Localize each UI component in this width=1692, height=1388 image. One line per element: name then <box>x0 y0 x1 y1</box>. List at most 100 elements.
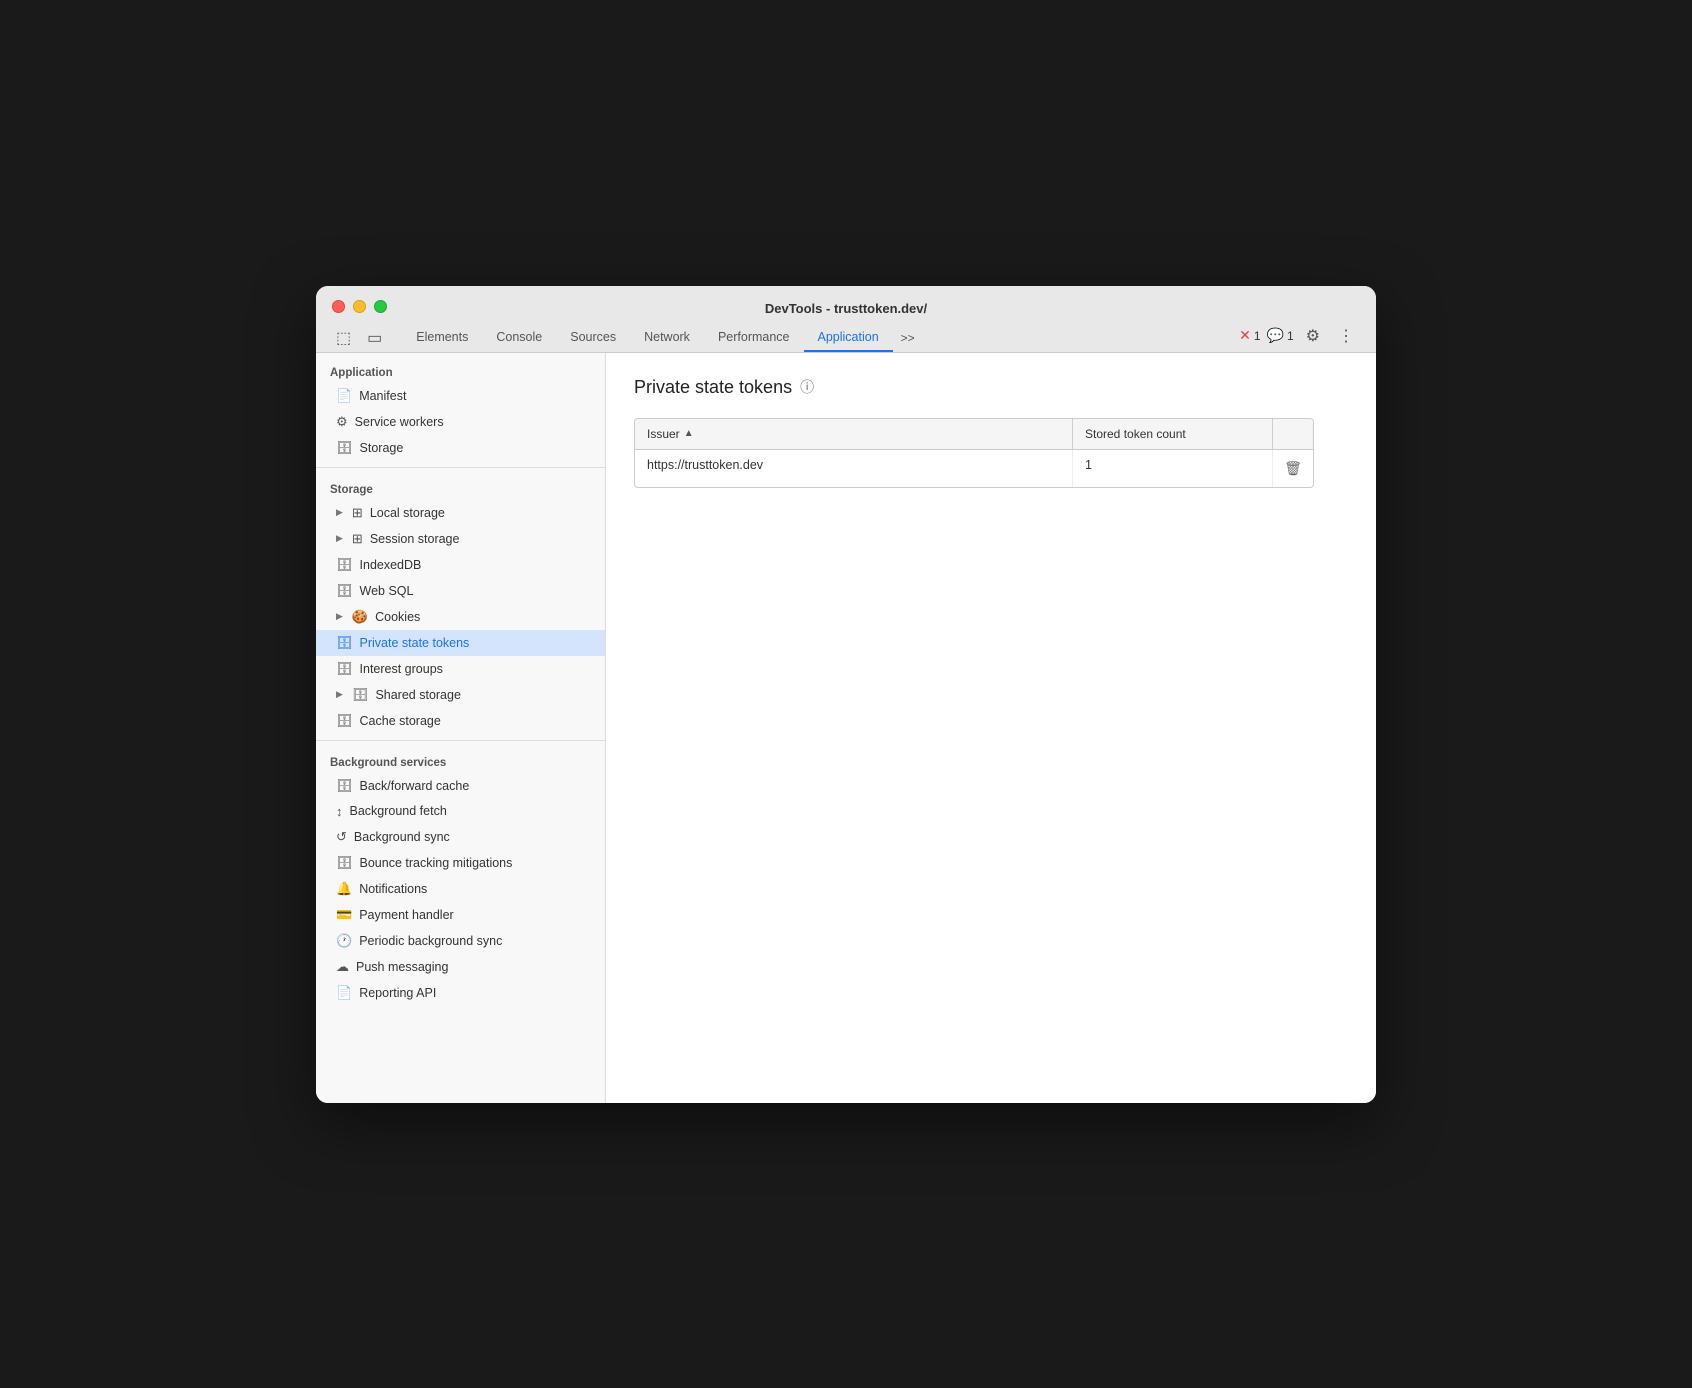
sidebar: Application 📄 Manifest ⚙ Service workers… <box>316 353 606 1103</box>
session-storage-icon: ⊞ <box>352 531 363 547</box>
sidebar-label-indexeddb: IndexedDB <box>360 558 422 572</box>
close-button[interactable] <box>332 300 345 313</box>
sidebar-item-interest-groups[interactable]: 🗄 Interest groups <box>316 656 605 682</box>
main-content: Application 📄 Manifest ⚙ Service workers… <box>316 353 1376 1103</box>
maximize-button[interactable] <box>374 300 387 313</box>
minimize-button[interactable] <box>353 300 366 313</box>
sidebar-label-interest-groups: Interest groups <box>360 662 443 676</box>
window-title: DevTools - trusttoken.dev/ <box>332 301 1360 316</box>
col-issuer[interactable]: Issuer ▲ <box>635 419 1073 449</box>
expand-arrow-session-storage: ▶ <box>336 533 343 544</box>
manifest-icon: 📄 <box>336 388 352 404</box>
cell-token-count: 1 <box>1073 450 1273 487</box>
local-storage-icon: ⊞ <box>352 505 363 521</box>
indexeddb-icon: 🗄 <box>336 557 353 573</box>
cell-action: 🗑 <box>1273 450 1313 487</box>
tab-actions: ✕ 1 💬 1 ⚙ ⋮ <box>1239 324 1360 352</box>
sidebar-label-bounce-tracking: Bounce tracking mitigations <box>360 856 513 870</box>
reporting-api-icon: 📄 <box>336 985 352 1001</box>
sidebar-label-periodic-background-sync: Periodic background sync <box>359 934 502 948</box>
push-messaging-icon: ☁ <box>336 959 349 975</box>
tab-sources[interactable]: Sources <box>556 324 630 352</box>
sidebar-item-web-sql[interactable]: 🗄 Web SQL <box>316 578 605 604</box>
col-token-count-label: Stored token count <box>1085 427 1186 441</box>
sidebar-label-reporting-api: Reporting API <box>359 986 436 1000</box>
sidebar-item-periodic-background-sync[interactable]: 🕐 Periodic background sync <box>316 928 605 954</box>
sidebar-label-cache-storage: Cache storage <box>360 714 441 728</box>
sidebar-label-background-sync: Background sync <box>354 830 450 844</box>
error-count-button[interactable]: ✕ 1 <box>1239 327 1260 344</box>
sidebar-item-notifications[interactable]: 🔔 Notifications <box>316 876 605 902</box>
tab-console[interactable]: Console <box>482 324 556 352</box>
warn-count-button[interactable]: 💬 1 <box>1267 327 1294 344</box>
tab-performance[interactable]: Performance <box>704 324 804 352</box>
sidebar-label-payment-handler: Payment handler <box>359 908 454 922</box>
sidebar-label-service-workers: Service workers <box>355 415 444 429</box>
tab-elements[interactable]: Elements <box>402 324 482 352</box>
shared-storage-icon: 🗄 <box>352 687 369 703</box>
sidebar-divider-2 <box>316 740 605 741</box>
tab-tool-icons: ⬚ ▭ <box>332 324 386 352</box>
bounce-tracking-icon: 🗄 <box>336 855 353 871</box>
settings-button[interactable]: ⚙ <box>1300 324 1326 348</box>
expand-arrow-shared-storage: ▶ <box>336 689 343 700</box>
sidebar-label-web-sql: Web SQL <box>360 584 414 598</box>
sidebar-item-background-fetch[interactable]: ↕ Background fetch <box>316 799 605 824</box>
cell-issuer: https://trusttoken.dev <box>635 450 1073 487</box>
sidebar-item-private-state-tokens[interactable]: 🗄 Private state tokens <box>316 630 605 656</box>
sidebar-item-shared-storage[interactable]: ▶ 🗄 Shared storage <box>316 682 605 708</box>
sidebar-item-payment-handler[interactable]: 💳 Payment handler <box>316 902 605 928</box>
inspect-icon[interactable]: ⬚ <box>332 324 355 352</box>
sidebar-item-bounce-tracking[interactable]: 🗄 Bounce tracking mitigations <box>316 850 605 876</box>
payment-handler-icon: 💳 <box>336 907 352 923</box>
sort-icon: ▲ <box>684 428 694 439</box>
private-state-tokens-icon: 🗄 <box>336 635 353 651</box>
col-token-count[interactable]: Stored token count <box>1073 419 1273 449</box>
tab-application[interactable]: Application <box>804 324 893 352</box>
sidebar-item-reporting-api[interactable]: 📄 Reporting API <box>316 980 605 1006</box>
sidebar-label-notifications: Notifications <box>359 882 427 896</box>
content-area: Private state tokens ⓘ Issuer ▲ Stored t… <box>606 353 1376 1103</box>
cache-storage-icon: 🗄 <box>336 713 353 729</box>
more-options-button[interactable]: ⋮ <box>1332 324 1360 348</box>
sidebar-label-back-forward-cache: Back/forward cache <box>360 779 470 793</box>
sidebar-item-manifest[interactable]: 📄 Manifest <box>316 383 605 409</box>
sidebar-item-back-forward-cache[interactable]: 🗄 Back/forward cache <box>316 773 605 799</box>
storage-icon: 🗄 <box>336 440 353 456</box>
titlebar: DevTools - trusttoken.dev/ ⬚ ▭ Elements … <box>316 286 1376 353</box>
sidebar-item-session-storage[interactable]: ▶ ⊞ Session storage <box>316 526 605 552</box>
col-action <box>1273 419 1313 449</box>
tab-network[interactable]: Network <box>630 324 704 352</box>
sidebar-label-local-storage: Local storage <box>370 506 445 520</box>
application-section-header: Application <box>316 357 605 383</box>
web-sql-icon: 🗄 <box>336 583 353 599</box>
warn-icon: 💬 <box>1267 327 1284 344</box>
sidebar-item-cache-storage[interactable]: 🗄 Cache storage <box>316 708 605 734</box>
cookies-icon: 🍪 <box>352 609 368 625</box>
sidebar-item-background-sync[interactable]: ↺ Background sync <box>316 824 605 850</box>
sidebar-label-session-storage: Session storage <box>370 532 460 546</box>
sidebar-label-manifest: Manifest <box>359 389 406 403</box>
sidebar-label-cookies: Cookies <box>375 610 420 624</box>
background-fetch-icon: ↕ <box>336 804 343 819</box>
sidebar-item-storage[interactable]: 🗄 Storage <box>316 435 605 461</box>
warn-count: 1 <box>1287 329 1294 343</box>
delete-row-button[interactable]: 🗑 <box>1280 458 1306 479</box>
notifications-icon: 🔔 <box>336 881 352 897</box>
expand-arrow-cookies: ▶ <box>336 611 343 622</box>
background-sync-icon: ↺ <box>336 829 347 845</box>
sidebar-item-indexeddb[interactable]: 🗄 IndexedDB <box>316 552 605 578</box>
expand-arrow-local-storage: ▶ <box>336 507 343 518</box>
back-forward-cache-icon: 🗄 <box>336 778 353 794</box>
more-tabs-button[interactable]: >> <box>893 325 923 351</box>
sidebar-item-cookies[interactable]: ▶ 🍪 Cookies <box>316 604 605 630</box>
sidebar-item-service-workers[interactable]: ⚙ Service workers <box>316 409 605 435</box>
devtools-window: DevTools - trusttoken.dev/ ⬚ ▭ Elements … <box>316 286 1376 1103</box>
sidebar-label-background-fetch: Background fetch <box>350 804 447 818</box>
sidebar-item-push-messaging[interactable]: ☁ Push messaging <box>316 954 605 980</box>
device-icon[interactable]: ▭ <box>363 324 386 352</box>
sidebar-item-local-storage[interactable]: ▶ ⊞ Local storage <box>316 500 605 526</box>
page-title-row: Private state tokens ⓘ <box>634 377 1348 398</box>
tabs-bar: ⬚ ▭ Elements Console Sources Network Per… <box>332 324 1360 352</box>
info-icon[interactable]: ⓘ <box>800 377 814 397</box>
